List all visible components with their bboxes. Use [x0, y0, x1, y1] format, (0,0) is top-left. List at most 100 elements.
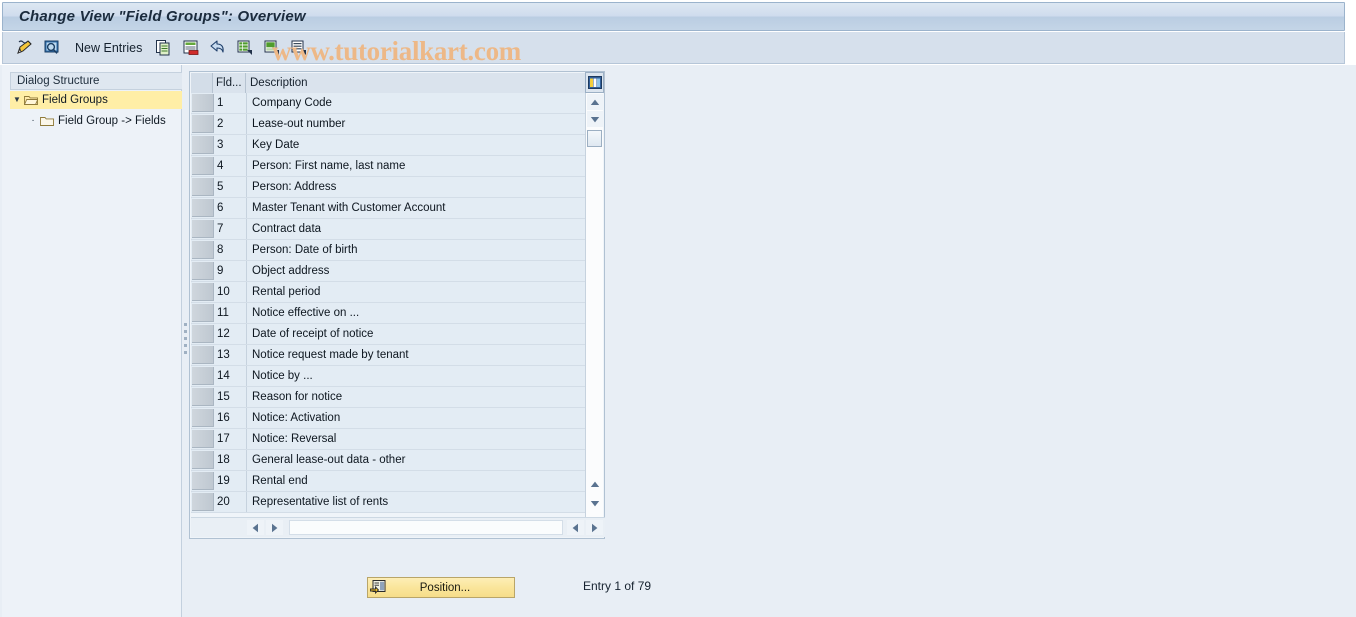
cell-fld: 18	[214, 450, 247, 470]
row-selector-button[interactable]	[192, 325, 214, 343]
cell-fld: 14	[214, 366, 247, 386]
cell-description: Person: Address	[252, 181, 337, 193]
display-change-icon[interactable]	[14, 37, 36, 59]
cell-fld: 3	[214, 135, 247, 155]
delete-icon[interactable]	[180, 37, 202, 59]
select-all-icon[interactable]	[234, 37, 256, 59]
cell-fld: 16	[214, 408, 247, 428]
table-row[interactable]: 3 Key Date	[191, 135, 587, 156]
row-selector-button[interactable]	[192, 451, 214, 469]
row-selector-button[interactable]	[192, 136, 214, 154]
table-row[interactable]: 6 Master Tenant with Customer Account	[191, 198, 587, 219]
chevron-down-icon[interactable]: ▼	[10, 91, 24, 109]
select-all-column-header[interactable]	[191, 73, 213, 93]
table-row[interactable]: 18 General lease-out data - other	[191, 450, 587, 471]
column-header-fld[interactable]: Fld...	[213, 73, 246, 93]
sidebar-item-field-groups[interactable]: ▼ Field Groups	[10, 91, 182, 109]
cell-description: Master Tenant with Customer Account	[252, 202, 446, 214]
table-row[interactable]: 19 Rental end	[191, 471, 587, 492]
splitter-grip-icon	[184, 323, 187, 361]
table-row[interactable]: 4 Person: First name, last name	[191, 156, 587, 177]
row-selector-button[interactable]	[192, 178, 214, 196]
row-selector-button[interactable]	[192, 493, 214, 511]
row-selector-button[interactable]	[192, 94, 214, 112]
cell-fld: 12	[214, 324, 247, 344]
row-selector-button[interactable]	[192, 472, 214, 490]
row-selector-button[interactable]	[192, 430, 214, 448]
undo-icon[interactable]	[207, 37, 229, 59]
hscroll-left-icon[interactable]	[247, 520, 264, 535]
row-selector-button[interactable]	[192, 409, 214, 427]
cell-fld: 9	[214, 261, 247, 281]
row-selector-button[interactable]	[192, 115, 214, 133]
table-row[interactable]: 10 Rental period	[191, 282, 587, 303]
row-selector-button[interactable]	[192, 199, 214, 217]
scroll-down-icon[interactable]	[586, 111, 603, 127]
cell-fld: 19	[214, 471, 247, 491]
cell-fld: 8	[214, 240, 247, 260]
cell-description: Lease-out number	[252, 118, 346, 130]
cell-fld: 11	[214, 303, 247, 323]
field-groups-table: Fld... Description 1 Company Code 2 Leas…	[189, 71, 605, 539]
row-selector-button[interactable]	[192, 304, 214, 322]
bullet-icon: ·	[31, 115, 35, 126]
hscroll-right-icon[interactable]	[586, 520, 603, 535]
table-settings-icon[interactable]	[585, 72, 604, 93]
row-selector-button[interactable]	[192, 262, 214, 280]
scroll-page-down-icon[interactable]	[587, 496, 603, 510]
row-selector-button[interactable]	[192, 346, 214, 364]
pane-splitter[interactable]	[182, 65, 189, 617]
table-row[interactable]: 8 Person: Date of birth	[191, 240, 587, 261]
cell-fld: 5	[214, 177, 247, 197]
table-row[interactable]: 20 Representative list of rents	[191, 492, 587, 513]
scroll-page-up-icon[interactable]	[587, 477, 603, 491]
table-row[interactable]: 15 Reason for notice	[191, 387, 587, 408]
row-selector-button[interactable]	[192, 241, 214, 259]
table-row[interactable]: 14 Notice by ...	[191, 366, 587, 387]
hscroll-left-page-icon[interactable]	[266, 520, 283, 535]
table-header-row: Fld... Description	[191, 73, 605, 93]
row-selector-button[interactable]	[192, 388, 214, 406]
check-entries-icon[interactable]	[41, 37, 63, 59]
folder-open-icon	[24, 94, 38, 106]
cell-description: General lease-out data - other	[252, 454, 406, 466]
cell-fld: 10	[214, 282, 247, 302]
new-entries-button[interactable]: New Entries	[75, 41, 142, 55]
table-row[interactable]: 13 Notice request made by tenant	[191, 345, 587, 366]
cell-description: Notice request made by tenant	[252, 349, 409, 361]
column-header-description[interactable]: Description	[246, 73, 605, 93]
cell-description: Key Date	[252, 139, 300, 151]
hscroll-right-page-icon[interactable]	[567, 520, 584, 535]
hscroll-track[interactable]	[289, 520, 563, 535]
deselect-all-icon[interactable]	[288, 37, 310, 59]
table-row[interactable]: 1 Company Code	[191, 93, 587, 114]
table-vertical-scrollbar[interactable]	[585, 93, 603, 517]
table-row[interactable]: 16 Notice: Activation	[191, 408, 587, 429]
copy-as-icon[interactable]	[153, 37, 175, 59]
folder-closed-icon	[40, 115, 54, 127]
row-selector-button[interactable]	[192, 367, 214, 385]
cell-description: Person: First name, last name	[252, 160, 406, 172]
table-row[interactable]: 11 Notice effective on ...	[191, 303, 587, 324]
cell-description: Representative list of rents	[252, 496, 389, 508]
cell-fld: 20	[214, 492, 247, 512]
table-row[interactable]: 17 Notice: Reversal	[191, 429, 587, 450]
content-pane: Fld... Description 1 Company Code 2 Leas…	[189, 65, 1356, 617]
cell-description: Person: Date of birth	[252, 244, 358, 256]
select-block-icon[interactable]	[261, 37, 283, 59]
table-row[interactable]: 12 Date of receipt of notice	[191, 324, 587, 345]
position-button[interactable]: Position...	[367, 577, 515, 598]
row-selector-button[interactable]	[192, 283, 214, 301]
cell-description: Reason for notice	[252, 391, 343, 403]
row-selector-button[interactable]	[192, 157, 214, 175]
table-row[interactable]: 5 Person: Address	[191, 177, 587, 198]
table-row[interactable]: 9 Object address	[191, 261, 587, 282]
table-row[interactable]: 2 Lease-out number	[191, 114, 587, 135]
sidebar-item-field-group-fields[interactable]: · Field Group -> Fields	[10, 112, 182, 130]
row-selector-button[interactable]	[192, 220, 214, 238]
scrollbar-thumb[interactable]	[587, 130, 602, 147]
table-row[interactable]: 7 Contract data	[191, 219, 587, 240]
scroll-up-icon[interactable]	[586, 94, 603, 110]
table-horizontal-scrollbar[interactable]	[191, 517, 605, 537]
application-toolbar: New Entries	[2, 32, 1345, 64]
